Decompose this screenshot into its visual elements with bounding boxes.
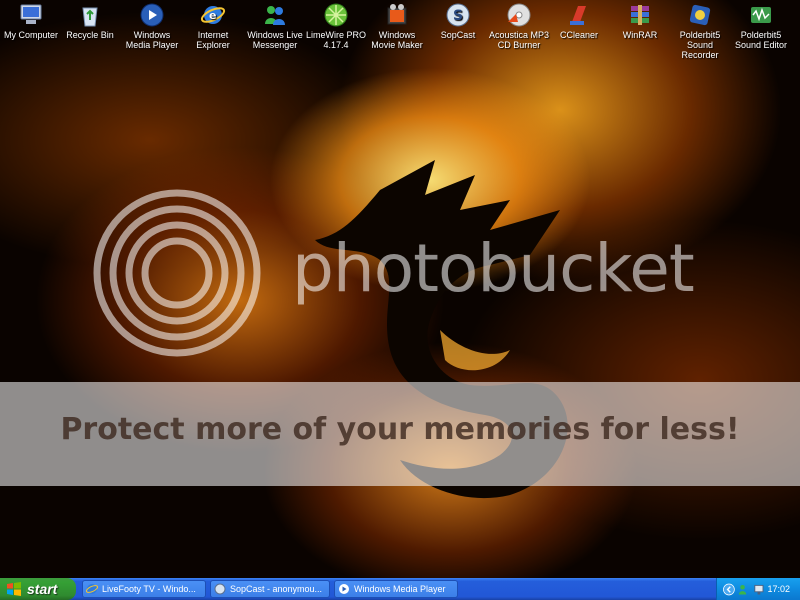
desktop-icon-winrar[interactable]: WinRAR <box>609 2 671 40</box>
desktop-icon-my-computer[interactable]: My Computer <box>0 2 62 40</box>
svg-text:S: S <box>453 8 463 24</box>
sound-recorder-icon <box>689 4 711 26</box>
system-tray: 17:02 <box>716 578 800 600</box>
messenger-tray-icon[interactable] <box>738 583 750 596</box>
movie-maker-icon <box>387 4 407 25</box>
windows-flag-icon <box>7 582 21 596</box>
limewire-icon <box>324 3 348 27</box>
desktop-icon-sopcast[interactable]: S SopCast <box>427 2 489 40</box>
start-button[interactable]: start <box>0 578 76 600</box>
desktop-icon-recycle-bin[interactable]: Recycle Bin <box>59 2 121 40</box>
media-player-icon <box>140 3 164 27</box>
sound-editor-icon <box>751 7 771 23</box>
desktop-icon-windows-live-messenger[interactable]: Windows Live Messenger <box>244 2 306 50</box>
internet-explorer-icon <box>86 584 98 594</box>
desktop-icon-polderbit-recorder[interactable]: Polderbit5 Sound Recorder <box>669 2 731 60</box>
task-label: Windows Media Player <box>354 584 446 594</box>
start-label: start <box>27 581 58 597</box>
desktop-icon-acoustica[interactable]: Acoustica MP3 CD Burner <box>488 2 550 50</box>
clock[interactable]: 17:02 <box>767 584 790 594</box>
photobucket-logo-icon <box>93 189 261 357</box>
media-player-icon <box>339 584 349 594</box>
desktop-icon-windows-media-player[interactable]: Windows Media Player <box>121 2 183 50</box>
task-button-livefooty[interactable]: LiveFooty TV - Windo... <box>82 580 206 598</box>
task-label: SopCast - anonymou... <box>230 584 323 594</box>
task-label: LiveFooty TV - Windo... <box>102 584 196 594</box>
desktop-icon-ccleaner[interactable]: CCleaner <box>548 2 610 40</box>
task-button-media-player[interactable]: Windows Media Player <box>334 580 458 598</box>
task-button-sopcast[interactable]: SopCast - anonymou... <box>210 580 330 598</box>
back-arrow-icon[interactable] <box>723 583 735 596</box>
svg-text:e: e <box>209 9 216 22</box>
desktop-icon-windows-movie-maker[interactable]: Windows Movie Maker <box>366 2 428 50</box>
network-icon[interactable] <box>753 583 765 596</box>
winrar-icon <box>631 5 649 25</box>
watermark-brand: photobucket <box>292 230 695 307</box>
sopcast-icon <box>214 583 226 595</box>
watermark-slogan: Protect more of your memories for less! <box>60 412 740 447</box>
internet-explorer-icon: e <box>200 6 226 24</box>
sopcast-icon: S <box>446 3 470 27</box>
recycle-bin-icon <box>82 7 98 27</box>
taskbar: start LiveFooty TV - Windo... SopCast - … <box>0 578 800 600</box>
cd-burner-icon <box>507 3 531 27</box>
ccleaner-icon <box>570 6 586 25</box>
computer-icon <box>20 4 42 24</box>
desktop-icon-polderbit-editor[interactable]: Polderbit5 Sound Editor <box>730 2 792 50</box>
messenger-icon <box>265 6 285 25</box>
desktop-icon-limewire[interactable]: LimeWire PRO 4.17.4 <box>305 2 367 50</box>
desktop-icon-internet-explorer[interactable]: e Internet Explorer <box>182 2 244 50</box>
